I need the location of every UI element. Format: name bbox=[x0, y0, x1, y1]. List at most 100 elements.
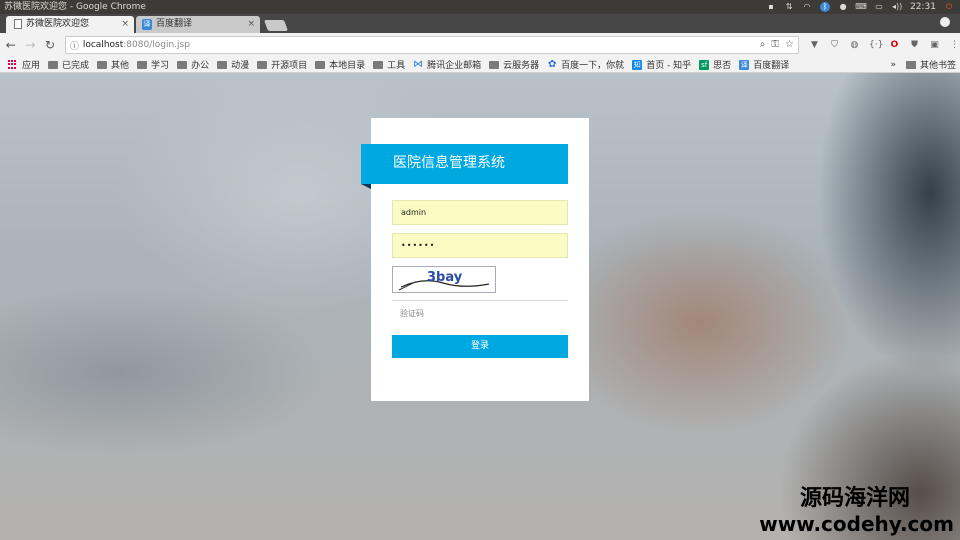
folder-icon bbox=[48, 60, 59, 69]
screenshot-icon[interactable]: ▣ bbox=[929, 40, 940, 51]
close-icon[interactable]: × bbox=[121, 16, 129, 33]
bookmark-item[interactable]: 其他 bbox=[97, 58, 129, 71]
folder-icon bbox=[257, 60, 268, 69]
login-button-label: 登录 bbox=[470, 341, 489, 351]
forward-icon[interactable]: → bbox=[22, 36, 40, 54]
power-icon[interactable]: ⏻ bbox=[944, 2, 954, 12]
bookmark-label: 已完成 bbox=[62, 61, 90, 71]
url-path: :8080/login.jsp bbox=[123, 40, 190, 50]
page-viewport: 医院信息管理系统 admin •••••• 3bay 验证码 登录 源码海洋网 … bbox=[0, 73, 960, 540]
shield-icon[interactable]: ⛉ bbox=[829, 40, 840, 51]
battery-icon[interactable]: ▭ bbox=[874, 2, 884, 12]
shield-check-icon[interactable]: ⛊ bbox=[909, 40, 920, 51]
tab-title: 苏微医院欢迎您 bbox=[26, 19, 90, 29]
username-value: admin bbox=[401, 208, 427, 217]
dropbox-icon[interactable]: ▪ bbox=[766, 2, 776, 12]
bookmark-item[interactable]: 已完成 bbox=[48, 58, 89, 71]
apps-grid-icon bbox=[8, 59, 18, 70]
bookmark-item[interactable]: 本地目录 bbox=[315, 58, 365, 71]
baidu-paw-icon: ✿ bbox=[547, 58, 557, 70]
system-tray: ▪ ⇅ ◠ ᛒ ● ⌨ ▭ ◂)) 22:31 ⏻ bbox=[766, 0, 960, 14]
bookmark-item[interactable]: 动漫 bbox=[217, 58, 249, 71]
zoom-icon[interactable]: ⌕ bbox=[760, 37, 766, 53]
password-input[interactable]: •••••• bbox=[392, 233, 568, 258]
close-icon[interactable]: × bbox=[247, 16, 255, 33]
bookmark-item[interactable]: ✿ 百度一下，你就 bbox=[547, 58, 624, 71]
star-icon[interactable]: ☆ bbox=[785, 37, 794, 53]
system-title-banner: 医院信息管理系统 bbox=[361, 144, 568, 184]
folder-icon bbox=[97, 60, 108, 69]
baidu-translate-icon: 译 bbox=[142, 19, 152, 30]
captcha-image[interactable]: 3bay bbox=[392, 266, 496, 293]
bookmark-item[interactable]: sf 思否 bbox=[699, 58, 731, 71]
opera-icon[interactable]: O bbox=[889, 40, 900, 51]
bookmark-label: 动漫 bbox=[231, 61, 250, 71]
bookmark-label: 百度一下，你就 bbox=[561, 61, 625, 71]
menu-icon[interactable]: ⋮ bbox=[949, 40, 960, 51]
network-manager-icon[interactable]: ⇅ bbox=[784, 2, 794, 12]
tab-strip: 苏微医院欢迎您 × 译 百度翻译 × bbox=[0, 14, 960, 33]
reload-icon[interactable]: ↻ bbox=[41, 36, 59, 54]
bluetooth-icon[interactable]: ᛒ bbox=[820, 2, 831, 12]
watermark: 源码海洋网 www.codehy.com bbox=[759, 486, 954, 536]
bookmark-item[interactable]: 学习 bbox=[137, 58, 169, 71]
bookmark-label: 腾讯企业邮箱 bbox=[427, 61, 482, 71]
bookmark-item[interactable]: 知首页 - 知乎 bbox=[632, 58, 691, 71]
tab-baidu-translate[interactable]: 译 百度翻译 × bbox=[136, 16, 260, 33]
document-icon bbox=[14, 19, 22, 29]
info-icon[interactable]: ⓘ bbox=[70, 39, 79, 52]
captcha-text: 3bay bbox=[427, 270, 463, 285]
other-bookmarks[interactable]: 其他书签 bbox=[920, 58, 956, 71]
folder-icon bbox=[137, 60, 148, 69]
bookmark-label: 首页 - 知乎 bbox=[646, 61, 692, 71]
back-icon[interactable]: ← bbox=[2, 36, 20, 54]
browser-toolbar: ← → ↻ ⓘ localhost :8080/login.jsp ⌕ ⚿ ☆ … bbox=[0, 33, 960, 57]
chat-icon[interactable]: ● bbox=[838, 2, 848, 12]
tab-login[interactable]: 苏微医院欢迎您 × bbox=[6, 16, 134, 33]
bookmark-apps[interactable]: 应用 bbox=[8, 58, 40, 71]
bookmark-label: 其他 bbox=[111, 61, 130, 71]
bookmark-item[interactable]: 云服务器 bbox=[489, 58, 539, 71]
login-button[interactable]: 登录 bbox=[392, 335, 568, 358]
new-tab-button[interactable] bbox=[263, 20, 289, 31]
captcha-code-input[interactable]: 验证码 bbox=[392, 300, 568, 328]
json-viewer-icon[interactable]: {·} bbox=[869, 40, 883, 51]
bookmark-item[interactable]: ⋈ 腾讯企业邮箱 bbox=[413, 58, 481, 71]
bookmark-label: 学习 bbox=[151, 61, 170, 71]
segmentfault-icon: sf bbox=[699, 59, 710, 70]
folder-icon bbox=[177, 60, 188, 69]
watermark-line1: 源码海洋网 bbox=[799, 486, 910, 511]
folder-icon bbox=[489, 60, 500, 69]
zhihu-icon: 知 bbox=[632, 59, 643, 70]
password-value: •••••• bbox=[401, 241, 436, 250]
bookmark-item[interactable]: 办公 bbox=[177, 58, 209, 71]
bookmark-label: 百度翻译 bbox=[753, 61, 790, 71]
wifi-icon[interactable]: ◠ bbox=[802, 2, 812, 12]
bookmark-label: 思否 bbox=[713, 61, 732, 71]
banner-fold bbox=[361, 184, 371, 189]
folder-icon bbox=[217, 60, 228, 69]
keyboard-icon[interactable]: ⌨ bbox=[855, 2, 867, 12]
bookmark-item[interactable]: 工具 bbox=[373, 58, 405, 71]
extensions-area: ▼ ⛉ ◍ {·} O ⛊ ▣ ⋮ bbox=[809, 40, 960, 51]
username-input[interactable]: admin bbox=[392, 200, 568, 225]
key-icon[interactable]: ⚿ bbox=[771, 37, 779, 53]
more-bookmarks-chevron[interactable]: » bbox=[890, 60, 896, 70]
vue-devtools-icon[interactable]: ▼ bbox=[809, 40, 820, 51]
system-top-bar: 苏微医院欢迎您 - Google Chrome ▪ ⇅ ◠ ᛒ ● ⌨ ▭ ◂)… bbox=[0, 0, 960, 14]
bookmarks-bar: 应用 已完成 其他 学习 办公 动漫 开源项目 本地目录 工具 ⋈ 腾讯企业邮箱 … bbox=[0, 57, 960, 73]
bookmark-label: 本地目录 bbox=[329, 61, 366, 71]
clock[interactable]: 22:31 bbox=[910, 0, 936, 14]
bookmark-label: 开源项目 bbox=[271, 61, 308, 71]
bookmark-item[interactable]: 译百度翻译 bbox=[739, 58, 789, 71]
tencent-mail-icon: ⋈ bbox=[413, 58, 424, 70]
bookmark-item[interactable]: 开源项目 bbox=[257, 58, 307, 71]
cookie-icon[interactable]: ◍ bbox=[849, 40, 860, 51]
profile-icon[interactable] bbox=[940, 17, 950, 27]
folder-icon bbox=[905, 60, 916, 69]
bookmarks-overflow: » 其他书签 bbox=[890, 58, 956, 72]
bookmark-label: 办公 bbox=[191, 61, 210, 71]
address-bar[interactable]: ⓘ localhost :8080/login.jsp ⌕ ⚿ ☆ bbox=[64, 36, 799, 54]
folder-icon bbox=[373, 60, 384, 69]
volume-icon[interactable]: ◂)) bbox=[892, 2, 902, 12]
